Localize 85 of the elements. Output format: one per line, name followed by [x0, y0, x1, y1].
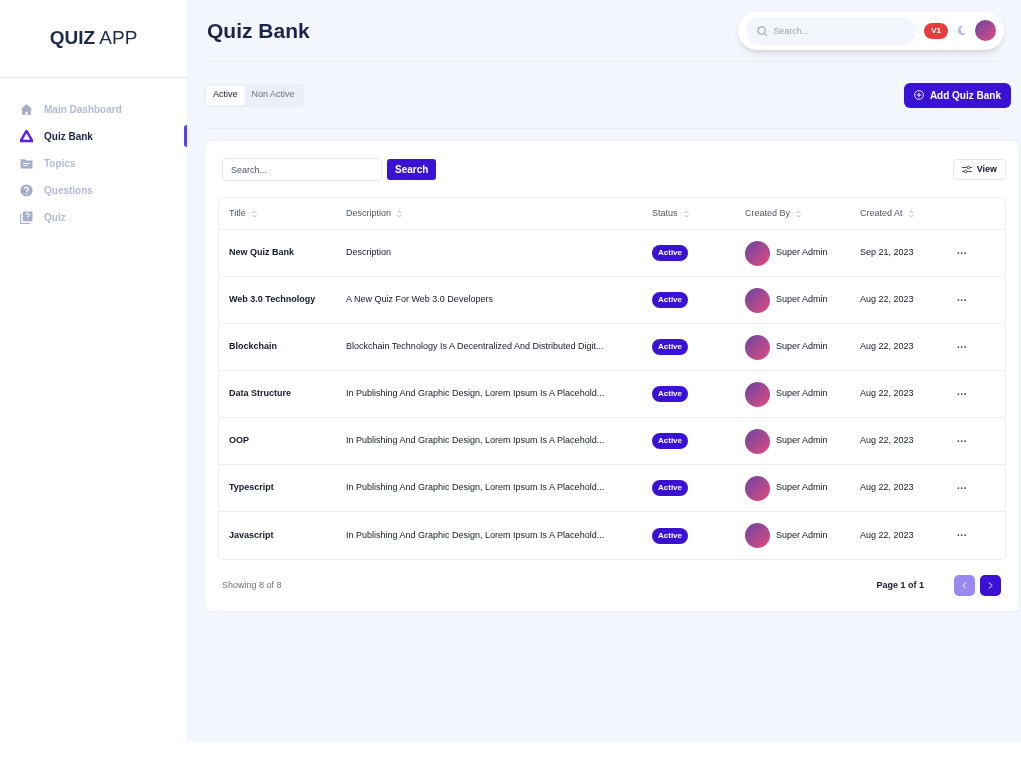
avatar — [745, 381, 770, 407]
column-header[interactable]: Status — [652, 206, 678, 221]
search-icon — [757, 25, 769, 37]
tab[interactable]: Active — [206, 85, 245, 105]
next-page-button[interactable] — [980, 575, 1001, 596]
avatar — [745, 240, 770, 266]
column-header[interactable]: Created By — [745, 206, 791, 221]
date-cell-text: Aug 22, 2023 — [860, 528, 914, 542]
description-cell-text: In Publishing And Graphic Design, Lorem Ipsum Is A Placehold... — [346, 528, 605, 542]
plus-circle-icon — [913, 90, 924, 100]
description-cell: In Publishing And Graphic Design, Lorem Ipsum Is A Placehold... — [346, 387, 605, 401]
avatar — [745, 523, 770, 548]
creator-name: Super Admin — [776, 246, 828, 260]
moon-icon[interactable] — [956, 25, 967, 36]
search-button[interactable]: Search — [387, 159, 437, 180]
column-header[interactable]: Description — [346, 206, 392, 221]
description-cell: A New Quiz For Web 3.0 Developers — [346, 293, 493, 307]
title-cell: Data Structure — [229, 387, 291, 401]
title-cell: Web 3.0 Technology — [229, 293, 316, 307]
row-menu-button[interactable]: ··· — [957, 245, 967, 261]
status-badge: Active — [652, 386, 688, 402]
description-cell: In Publishing And Graphic Design, Lorem Ipsum Is A Placehold... — [346, 434, 605, 448]
title-cell: Blockchain — [229, 340, 277, 354]
date-cell: Aug 22, 2023 — [860, 434, 914, 448]
sort-icon[interactable] — [683, 209, 689, 218]
book-icon — [20, 210, 33, 224]
avatar — [745, 287, 770, 313]
date-cell: Aug 22, 2023 — [860, 481, 914, 495]
page-title: Quiz Bank — [207, 17, 310, 44]
table-search-field[interactable]: Search... — [222, 158, 382, 181]
page-indicator: Page 1 of 1 — [876, 578, 924, 592]
creator-name: Super Admin — [776, 340, 828, 354]
home-icon — [20, 102, 33, 116]
question-icon — [20, 183, 33, 197]
date-cell: Aug 22, 2023 — [860, 293, 914, 307]
column-header[interactable]: Created At — [860, 206, 903, 221]
creator-name: Super Admin — [776, 528, 828, 542]
title-cell: New Quiz Bank — [229, 246, 294, 260]
description-cell: In Publishing And Graphic Design, Lorem Ipsum Is A Placehold... — [346, 481, 605, 495]
header-search-field[interactable]: Search... — [746, 16, 917, 45]
avatar — [745, 334, 770, 360]
sort-icon[interactable] — [397, 209, 403, 218]
row-menu-button[interactable]: ··· — [957, 480, 967, 496]
chevron-right-icon — [988, 582, 993, 589]
sort-icon[interactable] — [796, 209, 802, 218]
app-logo: QUIZ APP — [49, 26, 138, 51]
avatar — [745, 475, 770, 501]
add-quiz-bank-button[interactable]: Add Quiz Bank — [903, 82, 1011, 108]
creator-name: Super Admin — [776, 293, 828, 307]
title-cell: Typescript — [229, 481, 274, 495]
sliders-icon — [961, 165, 972, 174]
status-badge: Active — [652, 339, 688, 355]
sidebar-item[interactable]: Quiz Bank — [0, 125, 187, 147]
date-cell: Aug 22, 2023 — [860, 340, 914, 354]
row-menu-button[interactable]: ··· — [957, 292, 967, 308]
date-cell: Sep 21, 2023 — [860, 246, 914, 260]
row-menu-button[interactable]: ··· — [957, 528, 967, 543]
view-button[interactable]: View — [952, 159, 1006, 180]
showing-count: Showing 8 of 8 — [222, 578, 282, 592]
column-header[interactable]: Title — [229, 206, 246, 221]
sort-icon[interactable] — [908, 209, 914, 218]
chevron-left-icon — [962, 582, 967, 589]
row-menu-button[interactable]: ··· — [957, 339, 967, 355]
version-badge: V1 — [924, 22, 948, 39]
row-menu-button[interactable]: ··· — [957, 386, 967, 402]
triangle-icon — [20, 129, 33, 143]
avatar — [745, 428, 770, 454]
creator-name: Super Admin — [776, 481, 828, 495]
title-cell: OOP — [229, 434, 249, 448]
folder-icon — [20, 156, 33, 170]
sort-icon[interactable] — [251, 209, 257, 218]
date-cell: Aug 22, 2023 — [860, 387, 914, 401]
status-badge: Active — [652, 480, 688, 496]
status-badge: Active — [652, 527, 688, 544]
description-cell: Description — [346, 246, 392, 260]
avatar[interactable] — [975, 20, 996, 41]
tab[interactable]: Non Active — [244, 85, 302, 105]
description-cell: Blockchain Technology Is A Decentralized And Distributed Digit... — [346, 340, 604, 354]
row-menu-button[interactable]: ··· — [957, 433, 967, 449]
status-badge: Active — [652, 433, 688, 449]
creator-name: Super Admin — [776, 434, 828, 448]
status-badge: Active — [652, 245, 688, 261]
title-cell-text: Javascript — [229, 528, 274, 542]
creator-name: Super Admin — [776, 387, 828, 401]
status-badge: Active — [652, 292, 688, 308]
